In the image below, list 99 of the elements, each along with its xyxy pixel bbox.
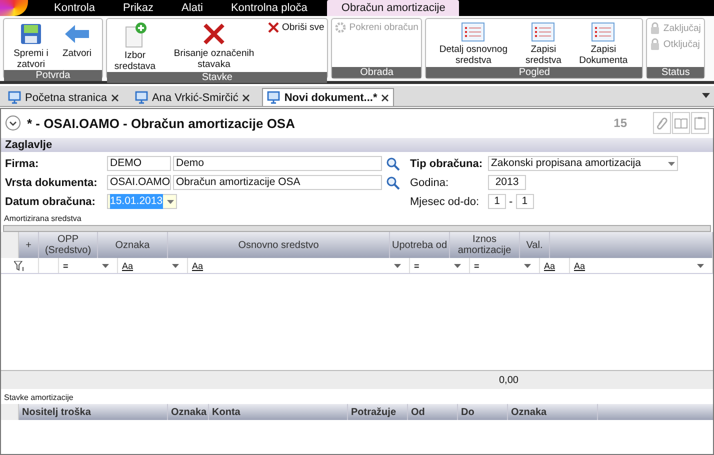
ribbon-button[interactable]: Obriši sve xyxy=(268,22,324,33)
document-tab[interactable]: Početna stranica xyxy=(4,89,123,106)
column-header[interactable]: Val. xyxy=(520,232,550,258)
list-icon xyxy=(461,22,486,42)
list-icon xyxy=(531,22,556,42)
document-tab[interactable]: Novi dokument...* xyxy=(262,88,394,106)
field-label: Tip obračuna: xyxy=(410,158,484,170)
field-label: Mjesec od-do: xyxy=(410,196,480,208)
name-field[interactable]: Demo xyxy=(173,156,382,171)
ribbon-button[interactable]: Izbor sredstava xyxy=(110,22,160,72)
new-document-icon xyxy=(123,22,147,48)
dropdown-caret-icon[interactable] xyxy=(394,264,401,268)
padlock-icon xyxy=(650,22,660,34)
open-book-icon xyxy=(674,117,688,129)
left-arrow-icon xyxy=(64,22,90,46)
filter-operator[interactable]: = xyxy=(474,260,480,270)
dropdown-caret-icon[interactable] xyxy=(668,162,675,166)
column-header[interactable]: Nositelj troška xyxy=(19,404,168,420)
ribbon-button[interactable]: Brisanje označenih stavaka xyxy=(162,22,266,72)
delete-cross-icon xyxy=(202,22,226,46)
document-title: * - OSAI.OAMO - Obračun amortizacije OSA xyxy=(27,116,295,130)
monitor-icon xyxy=(267,91,280,104)
search-icon[interactable] xyxy=(386,176,400,190)
group-label: Status xyxy=(647,67,704,78)
filter-operator[interactable]: Aa xyxy=(122,260,134,270)
menu-tab[interactable]: Prikaz xyxy=(108,0,168,16)
field-label: Vrsta dokumenta: xyxy=(5,176,98,188)
dropdown-caret-icon[interactable] xyxy=(697,264,704,268)
filter-icon[interactable] xyxy=(14,260,25,270)
month-to-field[interactable]: 1 xyxy=(516,194,534,209)
ribbon-button[interactable]: Spremi i zatvori xyxy=(7,22,55,70)
list-icon xyxy=(591,22,616,42)
field-label: Godina: xyxy=(410,176,450,188)
close-icon[interactable] xyxy=(381,94,390,102)
group-label: Pogled xyxy=(426,67,642,78)
group-label: Stavke xyxy=(107,72,328,83)
row-header-cell xyxy=(1,404,19,420)
column-header[interactable]: Oznaka xyxy=(508,404,598,420)
total-amount: 0,00 xyxy=(499,374,518,386)
ribbon-button[interactable]: Zatvori xyxy=(57,22,97,70)
document-tab[interactable]: Ana Vrkić-Smirčić xyxy=(130,89,254,106)
paperclip-icon xyxy=(656,116,668,130)
close-icon[interactable] xyxy=(242,94,250,102)
range-separator: - xyxy=(508,196,514,208)
code-field[interactable]: OSAI.OAMO xyxy=(107,175,171,190)
column-header[interactable]: Od xyxy=(408,404,458,420)
month-from-field[interactable]: 1 xyxy=(488,194,506,209)
year-field[interactable]: 2013 xyxy=(488,175,526,190)
column-header[interactable]: Konta xyxy=(209,404,348,420)
group-label: Obrada xyxy=(332,67,422,78)
gear-icon xyxy=(335,22,346,33)
column-header[interactable]: Oznaka xyxy=(98,232,168,258)
column-header[interactable]: Potražuje xyxy=(348,404,408,420)
filter-operator[interactable]: Aa xyxy=(192,260,204,270)
column-header[interactable]: Osnovno sredstvo xyxy=(168,232,390,258)
dropdown-caret-icon[interactable] xyxy=(102,264,109,268)
field-label: Firma: xyxy=(5,158,40,170)
grid-title: Stavke amortizacije xyxy=(3,392,74,404)
column-header[interactable]: Oznaka xyxy=(168,404,209,420)
ribbon-button[interactable]: Zapisi Dokumenta xyxy=(569,22,638,67)
menu-tab[interactable]: Obračun amortizacije xyxy=(327,0,460,16)
padlock-icon xyxy=(650,38,660,50)
column-header[interactable]: OPP (Sredstvo) xyxy=(39,232,98,258)
ribbon-button[interactable]: Detalj osnovnog sredstva xyxy=(429,22,518,67)
select-field[interactable]: Zakonski propisana amortizacija xyxy=(488,156,678,171)
column-header[interactable]: Iznos amortizacije xyxy=(450,232,520,258)
row-header-cell xyxy=(1,232,19,258)
group-label: Potvrda xyxy=(4,70,102,81)
menu-tab[interactable]: Kontrolna ploča xyxy=(216,0,322,16)
dropdown-caret-icon[interactable] xyxy=(454,264,461,268)
search-icon[interactable] xyxy=(386,156,400,170)
clipboard-button[interactable] xyxy=(691,112,709,134)
filter-operator[interactable]: Aa xyxy=(574,260,586,270)
ribbon-button[interactable]: Zapisi sredstva xyxy=(519,22,568,67)
scrollbar[interactable] xyxy=(3,225,711,232)
field-label: Datum obračuna: xyxy=(5,196,96,208)
clipboard-icon xyxy=(694,116,706,130)
column-header[interactable]: Upotreba od xyxy=(390,232,450,258)
record-count: 15 xyxy=(614,116,627,130)
dropdown-caret-icon[interactable] xyxy=(167,200,174,204)
close-icon[interactable] xyxy=(110,94,119,102)
delete-cross-icon xyxy=(268,22,279,33)
dropdown-caret-icon[interactable] xyxy=(172,264,179,268)
filter-operator[interactable]: = xyxy=(414,260,420,270)
menu-tab[interactable]: Kontrola xyxy=(40,0,109,16)
filter-operator[interactable]: Aa xyxy=(544,260,556,270)
name-field[interactable]: Obračun amortizacije OSA xyxy=(173,175,382,190)
monitor-icon xyxy=(8,91,21,104)
app-logo-icon[interactable] xyxy=(0,0,28,16)
menu-tab[interactable]: Alati xyxy=(168,0,217,16)
code-field[interactable]: DEMO xyxy=(107,156,171,171)
filter-operator[interactable]: = xyxy=(63,260,68,270)
grid-title: Amortizirana sredstva xyxy=(3,213,82,225)
section-header: Zaglavlje xyxy=(1,138,713,152)
column-header[interactable]: Do xyxy=(458,404,508,420)
dropdown-caret-icon[interactable] xyxy=(702,93,710,99)
collapse-toggle-icon[interactable] xyxy=(5,115,21,131)
monitor-icon xyxy=(134,91,148,104)
dropdown-caret-icon[interactable] xyxy=(524,264,531,268)
